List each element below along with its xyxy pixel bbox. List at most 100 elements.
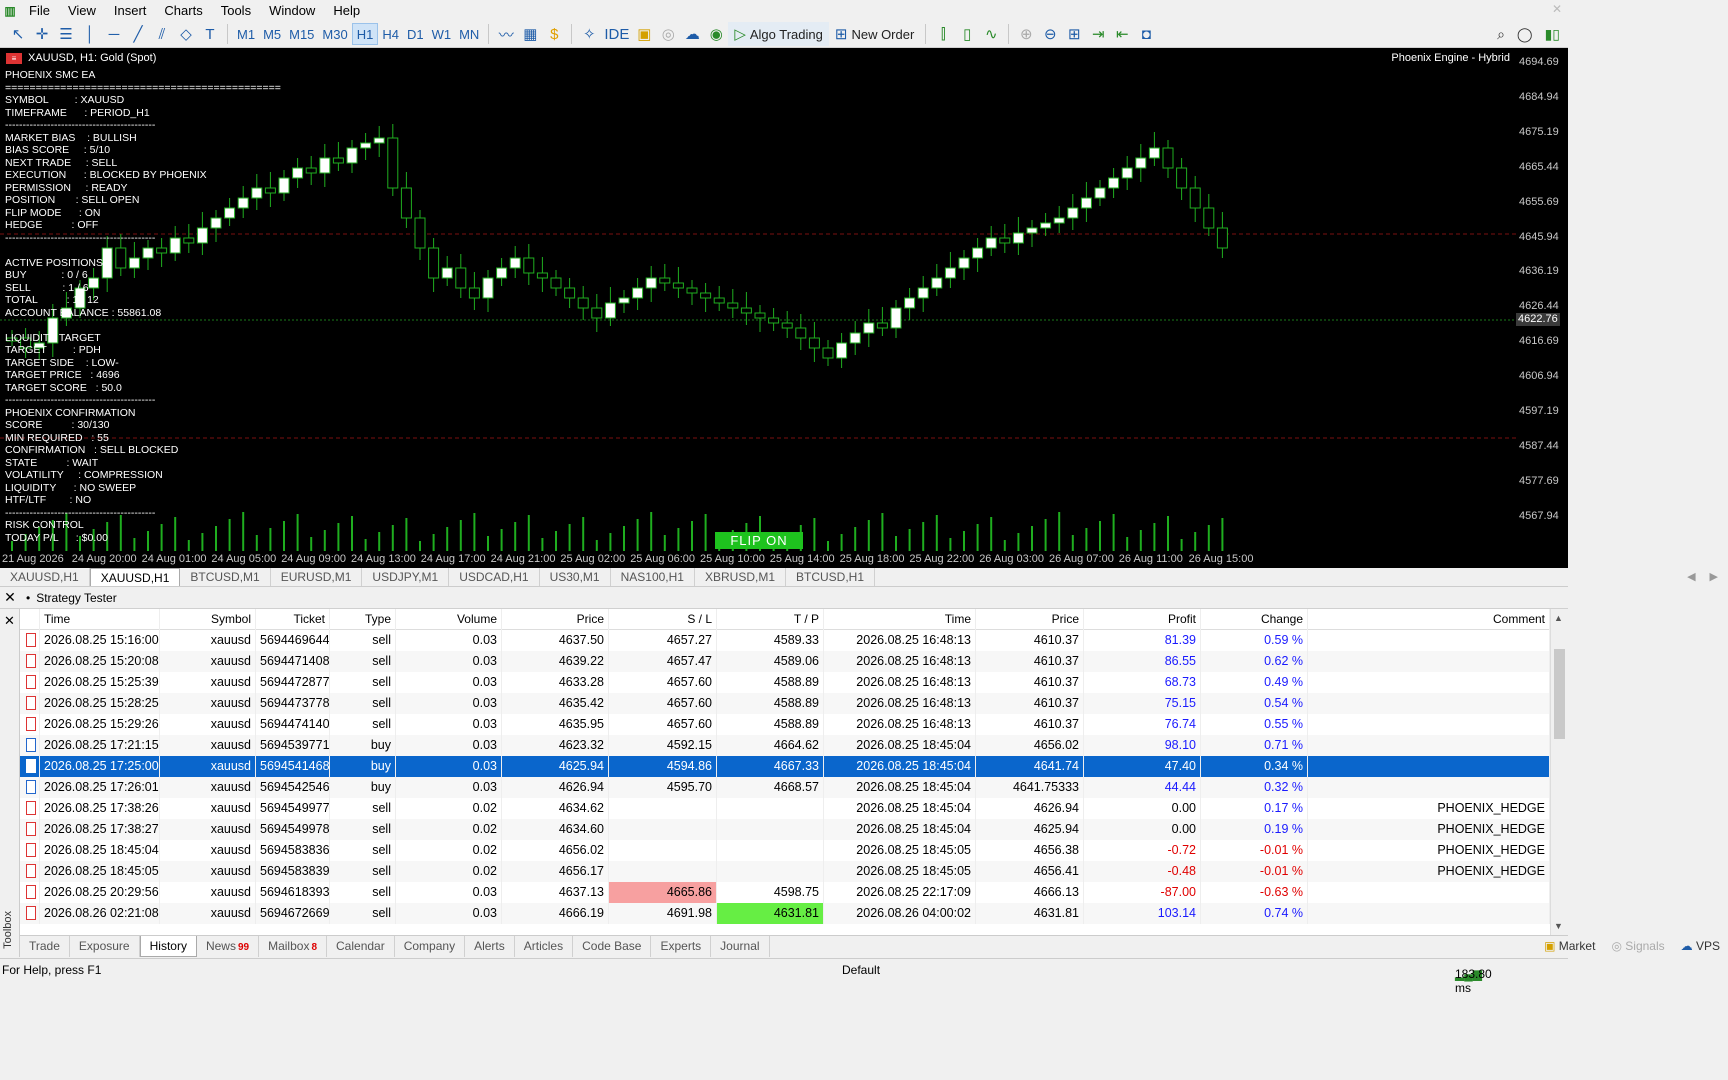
timeframe-m30[interactable]: M30	[318, 23, 351, 45]
vps-button[interactable]: ☁ VPS	[1681, 939, 1720, 953]
candles-icon[interactable]: ▯	[955, 22, 979, 46]
text-icon[interactable]: T	[198, 22, 222, 46]
signals-button[interactable]: ◎ Signals	[1611, 939, 1664, 953]
close-icon[interactable]: ✕	[4, 613, 15, 629]
zoom-out-icon[interactable]: ⊖	[1038, 22, 1062, 46]
menu-view[interactable]: View	[59, 0, 105, 21]
cloud-icon[interactable]: ☁	[680, 22, 704, 46]
signal-icon[interactable]: ◎	[656, 22, 680, 46]
timeframe-h4[interactable]: H4	[378, 23, 403, 45]
close-icon[interactable]: ✕	[0, 589, 20, 606]
metaeditor-icon[interactable]: ✧	[577, 22, 601, 46]
tab-alerts[interactable]: Alerts	[465, 936, 515, 957]
table-row[interactable]: 2026.08.25 18:45:05 xauusd 5694583839 sell 0…	[20, 861, 1550, 882]
column-header[interactable]: Change	[1201, 609, 1308, 630]
table-row[interactable]: 2026.08.25 20:29:56 xauusd 5694618393 sell 0…	[20, 882, 1550, 903]
zoom-in-icon[interactable]: ⊕	[1014, 22, 1038, 46]
column-header[interactable]: Type	[330, 609, 396, 630]
vertical-scrollbar[interactable]: ▲ ▼	[1550, 609, 1568, 935]
menu-help[interactable]: Help	[324, 0, 369, 21]
chart-type-icon[interactable]: 〰	[494, 22, 518, 46]
market-button[interactable]: ▣ Market	[1544, 939, 1595, 953]
tab-news[interactable]: News 99	[197, 936, 260, 957]
timeframe-m5[interactable]: M5	[259, 23, 285, 45]
timeframe-w1[interactable]: W1	[428, 23, 456, 45]
table-row[interactable]: 2026.08.25 17:38:26 xauusd 5694549977 sell 0…	[20, 798, 1550, 819]
shapes-icon[interactable]: ◇	[174, 22, 198, 46]
menu-insert[interactable]: Insert	[105, 0, 156, 21]
chart-tab[interactable]: BTCUSD,H1	[786, 568, 876, 586]
tab-calendar[interactable]: Calendar	[327, 936, 395, 957]
market-icon[interactable]: ▣	[632, 22, 656, 46]
table-row[interactable]: 2026.08.25 18:45:04 xauusd 5694583836 sell 0…	[20, 840, 1550, 861]
channel-icon[interactable]: ⫽	[150, 22, 174, 46]
chart-tab[interactable]: XAUUSD,H1	[0, 568, 90, 586]
tab-company[interactable]: Company	[395, 936, 466, 957]
price-chart[interactable]: ≡ XAUUSD, H1: Gold (Spot) Phoenix Engine …	[0, 48, 1516, 551]
chart-menu-icon[interactable]: ≡	[6, 52, 22, 64]
menu-charts[interactable]: Charts	[155, 0, 211, 21]
tab-experts[interactable]: Experts	[651, 936, 712, 957]
chart-tab[interactable]: US30,M1	[540, 568, 611, 586]
table-row[interactable]: 2026.08.25 17:25:00 xauusd 5694541468 buy 0.…	[20, 756, 1550, 777]
menu-tools[interactable]: Tools	[212, 0, 260, 21]
tab-code-base[interactable]: Code Base	[573, 936, 652, 957]
chart-shift-icon[interactable]: ⇤	[1110, 22, 1134, 46]
scroll-down-icon[interactable]: ▼	[1554, 921, 1563, 931]
crosshair-icon[interactable]: ✛	[30, 22, 54, 46]
table-row[interactable]: 2026.08.25 15:16:00 xauusd 5694469644 sell 0…	[20, 630, 1550, 651]
table-row[interactable]: 2026.08.25 15:29:26 xauusd 5694474140 sell 0…	[20, 714, 1550, 735]
scroll-up-icon[interactable]: ▲	[1554, 613, 1563, 623]
tab-journal[interactable]: Journal	[711, 936, 770, 957]
timeframe-d1[interactable]: D1	[403, 23, 428, 45]
account-icon[interactable]: ◯	[1517, 26, 1533, 43]
column-header[interactable]: Volume	[396, 609, 502, 630]
chart-tab[interactable]: USDCAD,H1	[449, 568, 540, 586]
cursor-icon[interactable]: ↖	[6, 22, 30, 46]
line-chart-icon[interactable]: ∿	[979, 22, 1003, 46]
scroll-left-icon[interactable]: ◀	[1687, 568, 1695, 586]
table-row[interactable]: 2026.08.25 17:38:27 xauusd 5694549978 sell 0…	[20, 819, 1550, 840]
column-header[interactable]: Price	[976, 609, 1084, 630]
column-header[interactable]: Price	[502, 609, 609, 630]
tab-trade[interactable]: Trade	[20, 936, 70, 957]
indicators-icon[interactable]: ▦	[518, 22, 542, 46]
scroll-thumb[interactable]	[1554, 649, 1565, 739]
screenshot-icon[interactable]: ◘	[1134, 22, 1158, 46]
tab-exposure[interactable]: Exposure	[70, 936, 140, 957]
chart-tab[interactable]: XBRUSD,M1	[695, 568, 786, 586]
table-row[interactable]: 2026.08.26 02:21:08 xauusd 5694672669 sell 0…	[20, 903, 1550, 924]
timeframe-m15[interactable]: M15	[285, 23, 318, 45]
globe-icon[interactable]: ◉	[704, 22, 728, 46]
column-header[interactable]: Profit	[1084, 609, 1201, 630]
vertical-line-icon[interactable]: │	[78, 22, 102, 46]
menu-file[interactable]: File	[20, 0, 59, 21]
tile-icon[interactable]: ⊞	[1062, 22, 1086, 46]
search-icon[interactable]: ⌕	[1497, 26, 1505, 43]
column-header[interactable]: T / P	[717, 609, 824, 630]
algo-trading-button[interactable]: ▷ Algo Trading	[728, 22, 829, 46]
table-row[interactable]: 2026.08.25 15:25:39 xauusd 5694472877 sell 0…	[20, 672, 1550, 693]
column-header[interactable]: Time	[40, 609, 160, 630]
chart-tab[interactable]: USDJPY,M1	[362, 568, 450, 586]
timeframe-mn[interactable]: MN	[455, 23, 483, 45]
lines-icon[interactable]: ☰	[54, 22, 78, 46]
scroll-right-icon[interactable]: ▶	[1710, 568, 1718, 586]
column-header[interactable]: Comment	[1308, 609, 1550, 630]
table-row[interactable]: 2026.08.25 15:28:25 xauusd 5694473778 sell 0…	[20, 693, 1550, 714]
close-icon[interactable]: ✕	[1552, 2, 1562, 16]
chart-tab[interactable]: EURUSD,M1	[271, 568, 363, 586]
timeframe-m1[interactable]: M1	[233, 23, 259, 45]
column-header[interactable]: Ticket	[256, 609, 330, 630]
column-header[interactable]: Time	[824, 609, 976, 630]
new-order-button[interactable]: ⊞ New Order	[829, 22, 920, 46]
tab-mailbox[interactable]: Mailbox 8	[259, 936, 328, 957]
column-header[interactable]: S / L	[609, 609, 717, 630]
autoscroll-icon[interactable]: ⇥	[1086, 22, 1110, 46]
bars-icon[interactable]: ⫿	[931, 22, 955, 46]
menu-window[interactable]: Window	[260, 0, 324, 21]
horizontal-line-icon[interactable]: ─	[102, 22, 126, 46]
tab-articles[interactable]: Articles	[515, 936, 574, 957]
tab-history[interactable]: History	[139, 936, 197, 957]
chart-tab[interactable]: NAS100,H1	[611, 568, 695, 586]
